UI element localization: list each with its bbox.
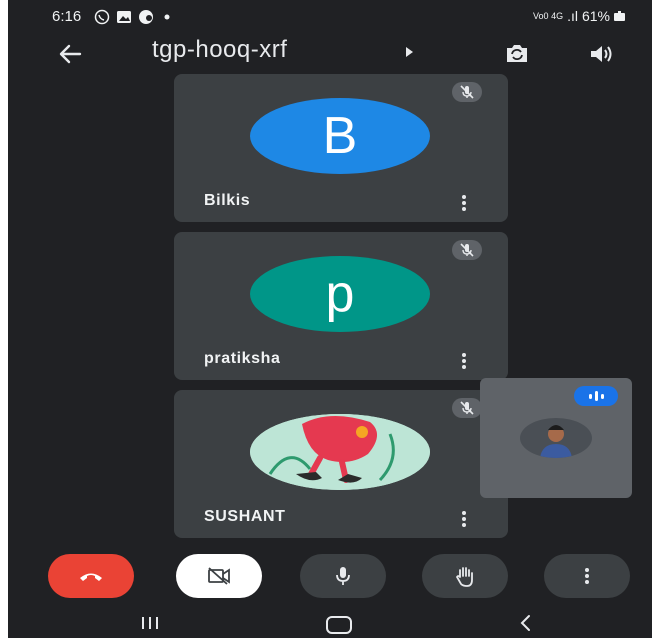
status-time: 6:16 <box>52 8 82 25</box>
whatsapp-icon <box>94 9 110 25</box>
participant-avatar: B <box>250 98 430 174</box>
mic-off-icon <box>452 398 482 418</box>
speaker-icon[interactable] <box>588 42 614 66</box>
end-call-button[interactable] <box>48 554 134 598</box>
nav-back-icon[interactable] <box>518 614 532 632</box>
recent-apps-icon[interactable] <box>140 616 160 630</box>
more-vertical-icon[interactable] <box>462 353 466 369</box>
illustration-avatar-icon <box>250 414 430 490</box>
status-bar: 6:16 Vo0 4G .ıl 61% <box>8 0 652 34</box>
audio-level-icon <box>574 386 618 406</box>
mic-toggle-button[interactable] <box>300 554 386 598</box>
participant-name: pratiksha <box>204 350 281 367</box>
switch-camera-icon[interactable] <box>502 40 532 68</box>
system-nav-bar <box>8 604 652 638</box>
gallery-icon <box>117 11 131 23</box>
participant-tile-pratiksha[interactable]: p pratiksha <box>174 232 508 380</box>
battery-percent: 61% <box>581 8 610 24</box>
home-icon[interactable] <box>326 616 352 634</box>
more-vertical-icon <box>585 568 589 584</box>
participant-name: Bilkis <box>204 192 251 209</box>
participant-tile-bilkis[interactable]: B Bilkis <box>174 74 508 222</box>
participant-name: SUSHANT <box>204 508 286 525</box>
chat-bubble-icon <box>139 10 153 24</box>
avatar-initial: B <box>322 107 358 165</box>
avatar-initial: p <box>325 265 355 323</box>
app-bar: tgp-hooq-xrf <box>8 34 652 74</box>
participant-avatar: p <box>250 256 430 332</box>
hand-icon <box>455 567 473 587</box>
raise-hand-button[interactable] <box>422 554 508 598</box>
status-right-group: Vo0 4G .ıl 61% <box>533 8 626 24</box>
camera-toggle-button[interactable] <box>176 554 262 598</box>
more-vertical-icon[interactable] <box>462 511 466 527</box>
participant-tile-sushant[interactable]: SUSHANT <box>174 390 508 538</box>
call-controls <box>8 548 652 604</box>
meeting-details-arrow-icon[interactable] <box>406 47 413 57</box>
participant-avatar-image <box>250 414 430 490</box>
more-vertical-icon[interactable] <box>462 195 466 211</box>
self-avatar-photo <box>520 418 592 458</box>
meet-call-screen: 6:16 Vo0 4G .ıl 61% tgp-hooq-xrf B Bilki… <box>8 0 652 638</box>
mic-off-icon <box>452 240 482 260</box>
arrow-left-icon[interactable] <box>56 40 84 68</box>
mic-icon <box>336 567 350 585</box>
video-off-icon <box>208 567 230 585</box>
mic-off-icon <box>452 82 482 102</box>
meeting-code[interactable]: tgp-hooq-xrf <box>152 36 287 64</box>
more-options-button[interactable] <box>544 554 630 598</box>
battery-icon <box>614 11 625 21</box>
self-view-tile[interactable] <box>480 378 632 498</box>
signal-strength: .ıl <box>567 8 578 24</box>
phone-hangup-icon <box>80 573 102 581</box>
notification-dot-icon <box>164 14 170 20</box>
network-type: Vo0 4G <box>533 11 564 21</box>
